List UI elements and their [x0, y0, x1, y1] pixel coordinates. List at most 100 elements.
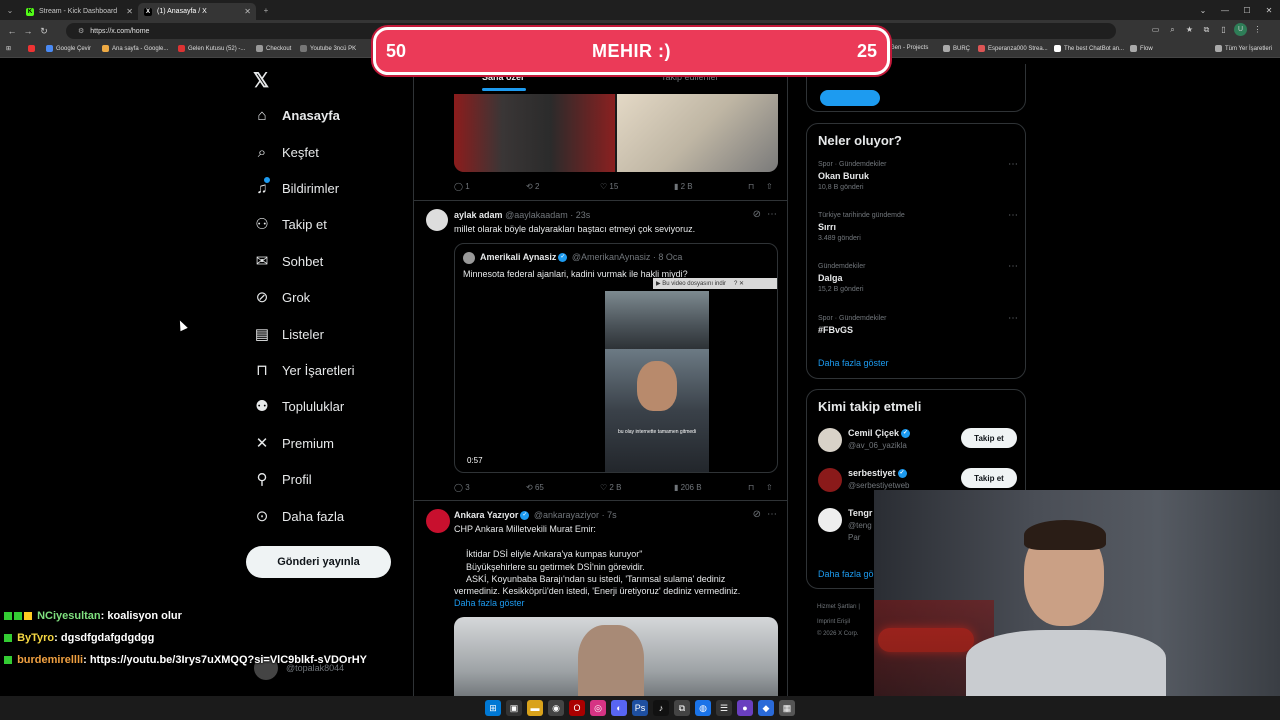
trend-item[interactable]: Spor · Gündemdekiler #FBvGS ⋯ [818, 313, 1018, 335]
tweet[interactable]: Ankara Yazıyor ✓ @ankarayaziyor · 7s ⋯ ⊘ … [414, 500, 787, 696]
trend-item[interactable]: Spor · Gündemdekiler Okan Buruk 10,8 B g… [818, 159, 1018, 191]
author-name[interactable]: Ankara Yazıyor [454, 510, 518, 520]
bookmark-item[interactable]: Flow [1130, 45, 1153, 52]
nav-item-add-user[interactable]: ⚇ Takip et [253, 215, 327, 233]
share-icon[interactable]: ⇧ [766, 182, 773, 191]
back-icon[interactable]: ← [4, 26, 20, 36]
instagram-icon[interactable]: ◎ [590, 700, 606, 716]
trend-item[interactable]: Türkiye tarihinde gündemde Sırrı 3.489 g… [818, 210, 1018, 242]
browser-tab-kick[interactable]: K Stream - Kick Dashboard ✕ [20, 3, 138, 20]
reply-button[interactable]: ◯ 1 [454, 182, 470, 191]
maximize-icon[interactable]: ☐ [1236, 6, 1258, 15]
bookmark-item[interactable]: Google Çevir [46, 45, 91, 52]
chevron-down-icon[interactable]: ⌄ [1192, 6, 1214, 15]
bookmark-item[interactable]: The best ChatBot an... [1054, 45, 1124, 52]
quoted-tweet[interactable]: Amerikali Aynasiz ✓ @AmerikanAynasiz · 8 … [454, 243, 778, 473]
extensions-icon[interactable]: ⧉ [1200, 23, 1213, 36]
close-icon[interactable]: ? ✕ [734, 280, 744, 287]
author-name[interactable]: aylak adam [454, 210, 503, 220]
task-view-icon[interactable]: ▣ [506, 700, 522, 716]
zoom-icon[interactable]: ⌕ [1166, 23, 1179, 36]
avatar[interactable] [426, 209, 448, 231]
bookmark-item[interactable]: Gelen Kutusu (52) -... [178, 45, 245, 52]
post-image[interactable] [454, 94, 615, 172]
nav-item-x-premium[interactable]: ✕ Premium [253, 434, 334, 452]
more-icon[interactable]: ⋯ [767, 509, 777, 520]
post-image[interactable] [454, 617, 778, 696]
nav-item-search[interactable]: ⌕ Keşfet [253, 143, 319, 161]
more-icon[interactable]: ⋯ [1008, 261, 1018, 272]
follow-suggestion[interactable]: Cemil Çiçek ✓ @av_06_yazikla Takip et [818, 428, 1018, 458]
app-icon[interactable]: ⧉ [674, 700, 690, 716]
tweet-time[interactable]: · 23s [570, 210, 590, 220]
bookmark-folder[interactable]: BURÇ [943, 45, 970, 52]
new-tab-icon[interactable]: + [259, 3, 273, 17]
close-icon[interactable]: ✕ [244, 7, 251, 16]
post-media[interactable] [454, 94, 778, 172]
start-icon[interactable]: ⊞ [485, 700, 501, 716]
more-icon[interactable]: ⋯ [1008, 159, 1018, 170]
bookmark-item[interactable]: Checkout [256, 45, 291, 52]
footer-link[interactable]: Imprint Erişil [817, 619, 850, 625]
bookmark-folder[interactable]: Tüm Yer İşaretleri [1215, 45, 1272, 52]
nav-item-communities[interactable]: ⚉ Topluluklar [253, 397, 344, 415]
close-window-icon[interactable]: ✕ [1258, 6, 1280, 15]
app-icon[interactable]: ▦ [779, 700, 795, 716]
app-icon[interactable]: ☰ [716, 700, 732, 716]
author-handle[interactable]: @ankarayaziyor [534, 510, 599, 520]
nav-item-more[interactable]: ⊙ Daha fazla [253, 507, 344, 525]
footer-link[interactable]: Hizmet Şartları | [817, 604, 860, 610]
follow-button[interactable]: Takip et [961, 468, 1017, 488]
subscribe-button[interactable] [820, 90, 880, 106]
split-icon[interactable]: ▯ [1217, 23, 1230, 36]
opera-icon[interactable]: O [569, 700, 585, 716]
show-more-trends[interactable]: Daha fazla göster [818, 358, 889, 368]
bookmark-icon[interactable]: ⊓ [748, 182, 754, 191]
more-icon[interactable]: ⋯ [767, 209, 777, 220]
forward-icon[interactable]: → [20, 26, 36, 36]
nav-item-profile[interactable]: ⚲ Profil [253, 470, 312, 488]
nav-item-bookmark[interactable]: ⊓ Yer İşaretleri [253, 361, 354, 379]
bookmark-item[interactable]: Ana sayfa - Google... [102, 45, 168, 52]
like-button[interactable]: ♡ 2 B [600, 483, 621, 492]
views-button[interactable]: ▮ 206 B [674, 483, 702, 492]
site-info-icon[interactable]: ⚙ [78, 27, 84, 35]
grok-icon[interactable]: ⊘ [753, 509, 761, 520]
nav-item-mail[interactable]: ✉ Sohbet [253, 252, 324, 270]
app-icon[interactable]: ◆ [758, 700, 774, 716]
browser-tab-x[interactable]: X (1) Anasayfa / X ✕ [138, 3, 256, 20]
video-player[interactable]: bu olay internette tamamen gitmedi [605, 291, 709, 472]
bookmark-icon[interactable]: ⊓ [748, 483, 754, 492]
more-icon[interactable]: ⋯ [1008, 210, 1018, 221]
show-more-suggestions[interactable]: Daha fazla gö [818, 569, 874, 579]
nav-item-grok[interactable]: ⊘ Grok [253, 288, 310, 306]
minimize-icon[interactable]: — [1214, 6, 1236, 15]
discord-icon[interactable]: ◐ [611, 700, 627, 716]
show-more-link[interactable]: Daha fazla göster [454, 597, 525, 610]
reload-icon[interactable]: ↻ [36, 26, 52, 37]
tweet-time[interactable]: · 7s [602, 510, 617, 520]
like-button[interactable]: ♡ 15 [600, 182, 618, 191]
nav-item-list[interactable]: ▤ Listeler [253, 325, 324, 343]
star-icon[interactable]: ★ [1183, 23, 1196, 36]
post-button[interactable]: Gönderi yayınla [246, 546, 391, 578]
repost-button[interactable]: ⟲ 2 [526, 182, 539, 191]
reply-button[interactable]: ◯ 3 [454, 483, 470, 492]
avatar[interactable] [426, 509, 450, 533]
post-image[interactable] [617, 94, 778, 172]
file-explorer-icon[interactable]: ▬ [527, 700, 543, 716]
trend-item[interactable]: Gündemdekiler Dalga 15,2 B gönderi ⋯ [818, 261, 1018, 293]
cast-icon[interactable]: ▭ [1149, 23, 1162, 36]
tab-search-icon[interactable]: ⌄ [3, 3, 17, 17]
app-icon[interactable]: ◉ [548, 700, 564, 716]
views-button[interactable]: ▮ 2 B [674, 182, 693, 191]
menu-icon[interactable]: ⋮ [1251, 23, 1264, 36]
chrome-icon[interactable]: ◍ [695, 700, 711, 716]
author-handle[interactable]: @aaylakaadam [505, 210, 568, 220]
bookmark-youtube-icon[interactable] [28, 45, 38, 52]
avatar[interactable]: U [1234, 23, 1247, 36]
more-icon[interactable]: ⋯ [1008, 313, 1018, 324]
bookmark-item[interactable]: Youtube 3ncü PK [300, 45, 356, 52]
x-logo-icon[interactable]: 𝕏 [253, 68, 269, 93]
bookmark-item[interactable]: Esperanza000 Strea... [978, 45, 1048, 52]
